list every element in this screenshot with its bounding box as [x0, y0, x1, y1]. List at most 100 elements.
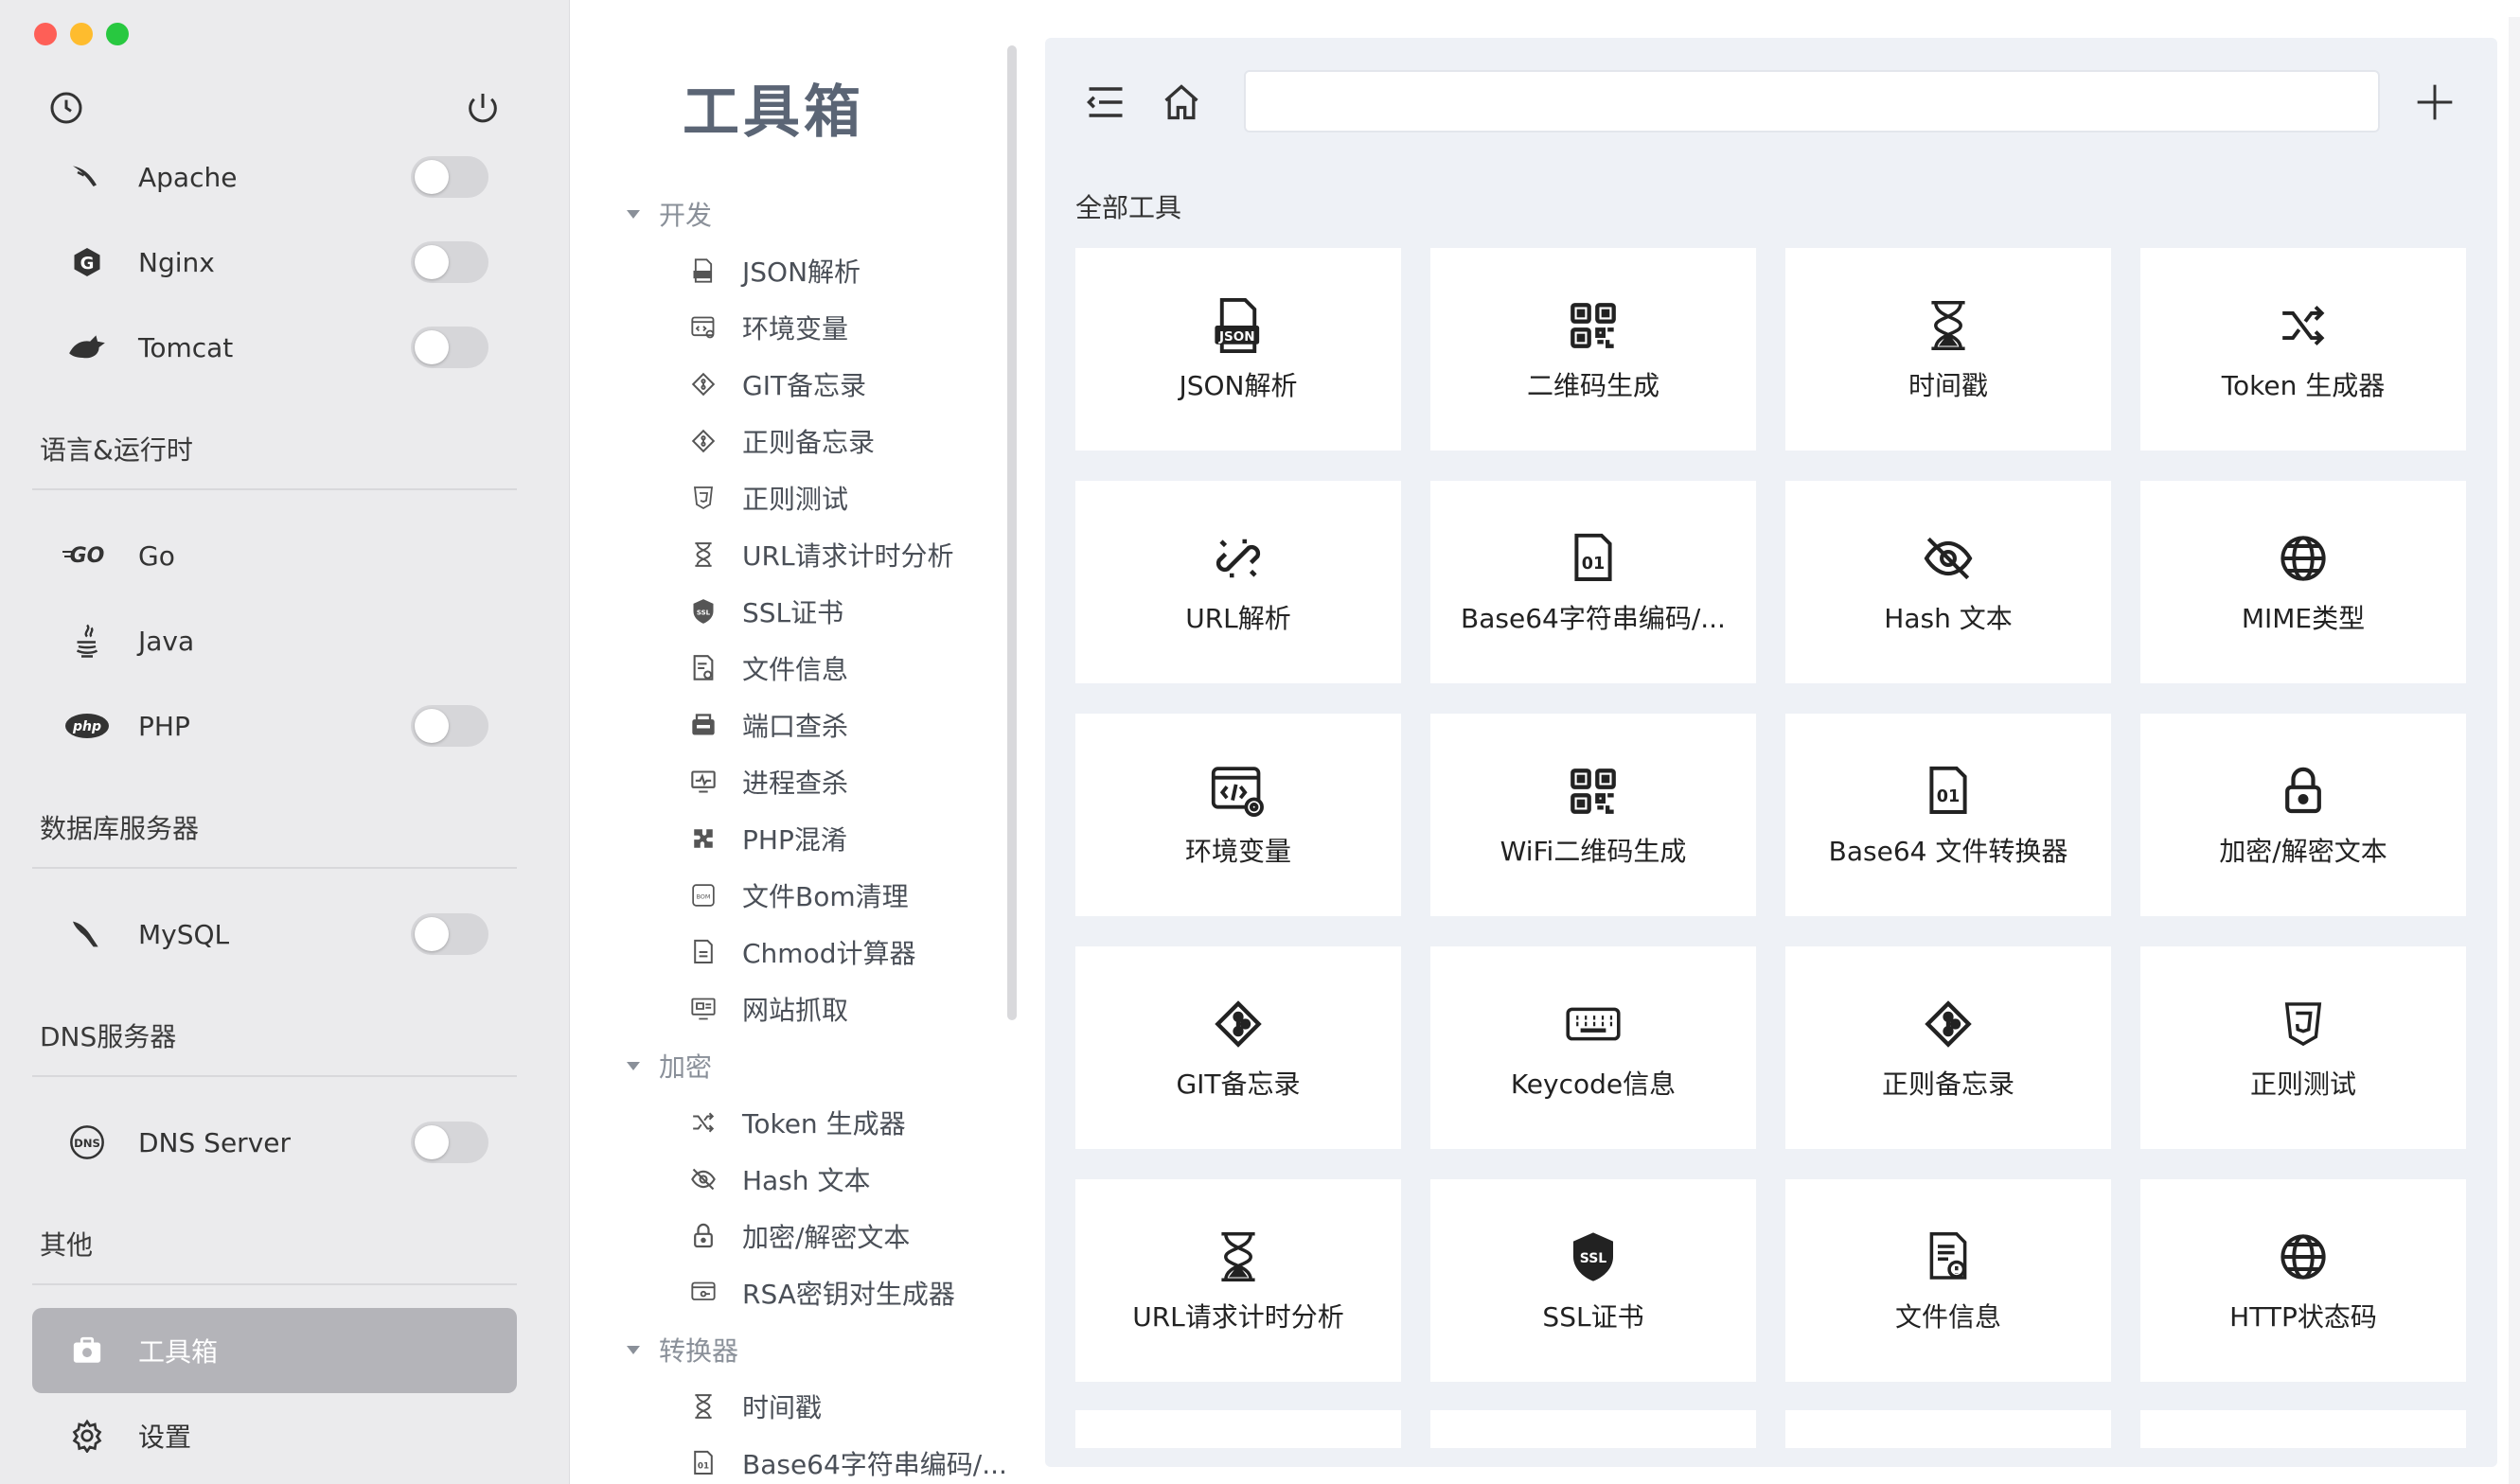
tool-card-base64-file[interactable]: 01 Base64 文件转换器	[1785, 714, 2111, 916]
tree-item[interactable]: RSA密钥对生成器	[689, 1274, 955, 1312]
tree-item[interactable]: 网站抓取	[689, 990, 848, 1028]
code-settings-icon	[1208, 761, 1269, 822]
tree-group-crypto[interactable]: 加密	[627, 1047, 712, 1085]
php-toggle[interactable]	[411, 705, 488, 747]
file-calc-icon	[689, 938, 718, 966]
tree-item[interactable]: URL请求计时分析	[689, 536, 954, 574]
keyboard-icon	[1563, 994, 1624, 1054]
globe-icon	[2273, 1227, 2334, 1287]
bom-file-icon: BOM	[689, 881, 718, 910]
mysql-icon	[61, 908, 114, 961]
hourglass-icon	[1208, 1227, 1269, 1287]
tree-group-converter[interactable]: 转换器	[627, 1331, 738, 1369]
tool-card-url-timing[interactable]: URL请求计时分析	[1075, 1179, 1401, 1382]
clock-icon[interactable]	[47, 89, 85, 127]
tree-item[interactable]: 时间戳	[689, 1387, 822, 1425]
eye-off-icon	[689, 1165, 718, 1193]
tool-card-url[interactable]: URL解析	[1075, 481, 1401, 683]
window-edge	[2509, 17, 2520, 1484]
tool-card-partial[interactable]	[1075, 1410, 1401, 1448]
tree-item[interactable]: GIT备忘录	[689, 365, 866, 403]
tree-item[interactable]: BOM 文件Bom清理	[689, 876, 909, 914]
tool-card-hash[interactable]: Hash 文本	[1785, 481, 2111, 683]
sidebar-item-label: 工具箱	[138, 1336, 219, 1368]
tool-card-keycode[interactable]: Keycode信息	[1430, 946, 1756, 1149]
tree-item-label: PHP混淆	[742, 824, 847, 856]
tool-card-partial[interactable]	[1785, 1410, 2111, 1448]
tool-card-json[interactable]: JSON JSON解析	[1075, 248, 1401, 450]
port-icon	[689, 711, 718, 739]
sidebar-item-settings[interactable]: 设置	[32, 1393, 517, 1478]
sidebar-item-mysql[interactable]: MySQL	[32, 892, 517, 977]
tool-card-partial[interactable]	[2140, 1410, 2466, 1448]
tree-item[interactable]: SSL SSL证书	[689, 592, 843, 630]
sidebar-item-apache[interactable]: Apache	[32, 134, 517, 220]
divider	[32, 488, 517, 490]
svg-text:php: php	[72, 719, 101, 734]
tree-item[interactable]: JSON解析	[689, 252, 861, 290]
tree-item[interactable]: Chmod计算器	[689, 933, 915, 971]
tomcat-toggle[interactable]	[411, 327, 488, 368]
sidebar-item-nginx[interactable]: G Nginx	[32, 220, 517, 305]
tool-card-label: GIT备忘录	[1176, 1069, 1301, 1100]
apache-toggle[interactable]	[411, 156, 488, 198]
sidebar-item-toolbox[interactable]: 工具箱	[32, 1308, 517, 1393]
tool-card-qrcode[interactable]: 二维码生成	[1430, 248, 1756, 450]
minimize-window-button[interactable]	[70, 23, 93, 45]
power-icon[interactable]	[464, 89, 502, 127]
tree-item[interactable]: 进程查杀	[689, 763, 848, 801]
tool-card-label: SSL证书	[1542, 1301, 1644, 1333]
section-dns-title: DNS服务器	[40, 1021, 177, 1052]
tool-card-label: Hash 文本	[1884, 603, 2013, 634]
tree-item[interactable]: 文件信息	[689, 649, 848, 687]
close-window-button[interactable]	[34, 23, 57, 45]
sidebar: Apache G Nginx Tomcat 语言&运行时 GO Go Java	[0, 0, 570, 1484]
add-icon[interactable]	[2412, 80, 2458, 125]
menu-collapse-icon[interactable]	[1083, 80, 1128, 125]
tool-card-partial[interactable]	[1430, 1410, 1756, 1448]
sidebar-item-dns-server[interactable]: DNS DNS Server	[32, 1100, 517, 1185]
tool-card-env[interactable]: 环境变量	[1075, 714, 1401, 916]
tool-card-mime[interactable]: MIME类型	[2140, 481, 2466, 683]
sidebar-item-tomcat[interactable]: Tomcat	[32, 305, 517, 390]
monitor-pulse-icon	[689, 768, 718, 796]
tool-card-regex-memo[interactable]: 正则备忘录	[1785, 946, 2111, 1149]
tool-card-token[interactable]: Token 生成器	[2140, 248, 2466, 450]
sidebar-item-php[interactable]: php PHP	[32, 683, 517, 768]
tool-card-http-status[interactable]: HTTP状态码	[2140, 1179, 2466, 1382]
tool-card-regex-test[interactable]: 正则测试	[2140, 946, 2466, 1149]
tree-item[interactable]: 正则备忘录	[689, 422, 875, 460]
tree-item[interactable]: 端口查杀	[689, 706, 848, 744]
maximize-window-button[interactable]	[106, 23, 129, 45]
sidebar-item-go[interactable]: GO Go	[32, 513, 517, 598]
mysql-toggle[interactable]	[411, 913, 488, 955]
tool-card-timestamp[interactable]: 时间戳	[1785, 248, 2111, 450]
json-file-icon	[689, 256, 718, 285]
dns-toggle[interactable]	[411, 1122, 488, 1163]
tool-card-ssl[interactable]: SSL SSL证书	[1430, 1179, 1756, 1382]
tree-item[interactable]: 01 Base64字符串编码/...	[689, 1444, 1007, 1482]
tool-card-encrypt[interactable]: 加密/解密文本	[2140, 714, 2466, 916]
sidebar-item-java[interactable]: Java	[32, 598, 517, 683]
tool-card-git[interactable]: GIT备忘录	[1075, 946, 1401, 1149]
tree-item[interactable]: 正则测试	[689, 479, 848, 517]
tool-card-file-info[interactable]: 文件信息	[1785, 1179, 2111, 1382]
git-icon	[1918, 994, 1979, 1054]
tree-item[interactable]: 加密/解密文本	[689, 1217, 910, 1255]
tree-group-dev[interactable]: 开发	[627, 195, 712, 233]
tool-card-label: MIME类型	[2241, 603, 2366, 634]
tool-card-base64-string[interactable]: 01 Base64字符串编码/...	[1430, 481, 1756, 683]
home-icon[interactable]	[1159, 80, 1204, 125]
tool-card-wifi-qrcode[interactable]: WiFi二维码生成	[1430, 714, 1756, 916]
tree-item[interactable]: Token 生成器	[689, 1104, 906, 1141]
search-input[interactable]	[1244, 70, 2380, 132]
tree-item-label: GIT备忘录	[742, 370, 867, 401]
tool-card-label: 环境变量	[1184, 836, 1291, 867]
tree-item[interactable]: 环境变量	[689, 309, 848, 346]
tool-card-label: Base64字符串编码/...	[1461, 603, 1726, 634]
tree-item[interactable]: Hash 文本	[689, 1160, 870, 1198]
nginx-toggle[interactable]	[411, 241, 488, 283]
tree-item[interactable]: PHP混淆	[689, 820, 847, 857]
scrollbar[interactable]	[1007, 45, 1017, 1020]
section-other-title: 其他	[40, 1229, 94, 1261]
